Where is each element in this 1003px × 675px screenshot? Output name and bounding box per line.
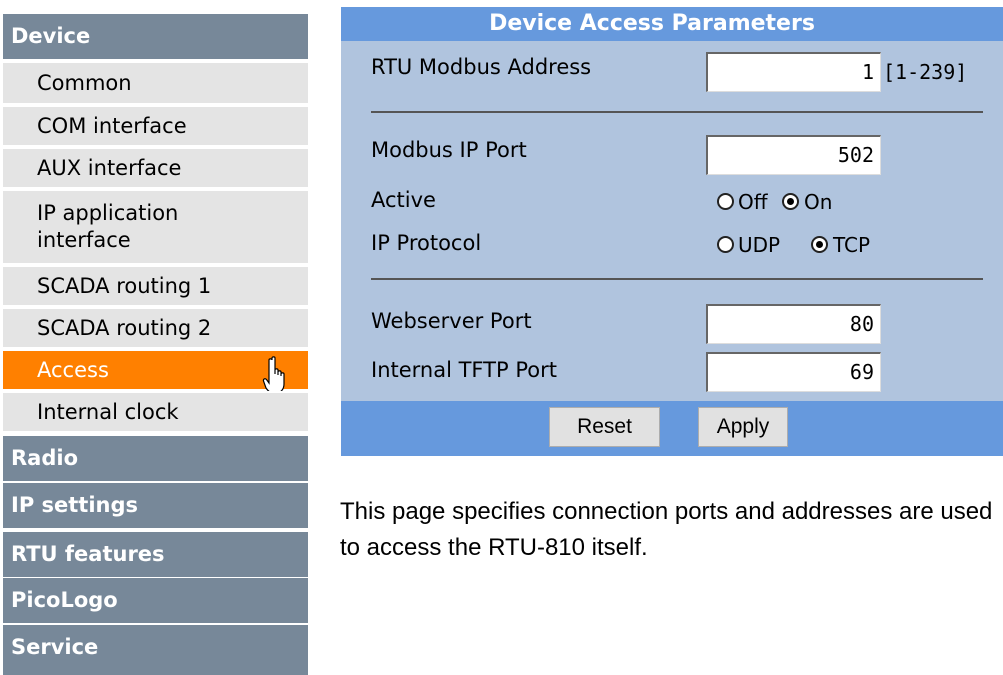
ip-protocol-label: IP Protocol (371, 231, 482, 255)
sidebar-section-picologo[interactable]: PicoLogo (3, 578, 308, 623)
rtu-address-range: [1-239] (883, 60, 968, 84)
tftp-port-label: Internal TFTP Port (371, 358, 557, 382)
reset-button[interactable]: Reset (549, 407, 660, 447)
section-label: Radio (11, 446, 78, 470)
sidebar-menu: Device Common COM interface AUX interfac… (3, 6, 308, 675)
active-label: Active (371, 188, 436, 212)
item-label: COM interface (37, 113, 187, 138)
sidebar-item-scada-routing-2[interactable]: SCADA routing 2 (3, 307, 308, 347)
sidebar-item-scada-routing-1[interactable]: SCADA routing 1 (3, 265, 308, 305)
protocol-tcp-label: TCP (833, 233, 871, 257)
protocol-udp-label: UDP (738, 233, 781, 257)
active-off-radio[interactable] (717, 193, 734, 210)
panel-title: Device Access Parameters (341, 7, 1003, 41)
rtu-address-label: RTU Modbus Address (371, 55, 592, 79)
modbus-port-input[interactable]: 502 (706, 135, 881, 175)
sidebar-section-ip-settings[interactable]: IP settings (3, 483, 308, 528)
section-label: IP settings (11, 493, 139, 517)
divider (371, 111, 983, 113)
hand-pointer-cursor-icon (262, 356, 285, 394)
apply-button[interactable]: Apply (698, 407, 788, 447)
page-description: This page specifies connection ports and… (340, 498, 993, 561)
active-off-label: Off (738, 190, 768, 214)
active-on-label: On (804, 190, 833, 214)
webserver-port-label: Webserver Port (371, 309, 532, 333)
item-label: Internal clock (37, 399, 179, 424)
protocol-udp-radio[interactable] (717, 236, 734, 253)
tftp-port-input[interactable]: 69 (706, 352, 881, 392)
sidebar-item-aux-interface[interactable]: AUX interface (3, 147, 308, 187)
section-label: Device (11, 24, 91, 48)
sidebar-section-rtu-features[interactable]: RTU features (3, 532, 308, 577)
divider (371, 278, 983, 280)
button-bar (341, 401, 1003, 456)
sidebar-item-ip-application-interface[interactable]: IP application interface (3, 189, 308, 263)
sidebar-section-radio[interactable]: Radio (3, 436, 308, 481)
item-label: Access (37, 357, 109, 382)
sidebar-item-common[interactable]: Common (3, 61, 308, 103)
device-access-panel: Device Access Parameters RTU Modbus Addr… (341, 7, 1003, 456)
protocol-tcp-radio[interactable] (811, 236, 828, 253)
item-label: SCADA routing 2 (37, 315, 212, 340)
rtu-address-input[interactable]: 1 (706, 52, 881, 92)
section-label: PicoLogo (11, 588, 118, 612)
modbus-port-label: Modbus IP Port (371, 138, 527, 162)
sidebar-item-com-interface[interactable]: COM interface (3, 105, 308, 145)
webserver-port-input[interactable]: 80 (706, 304, 881, 344)
item-label: AUX interface (37, 155, 182, 180)
item-label: IP application interface (37, 201, 179, 252)
sidebar-section-device[interactable]: Device (3, 14, 308, 59)
section-label: Service (11, 635, 99, 659)
section-label: RTU features (11, 542, 165, 566)
item-label: Common (37, 70, 132, 95)
item-label: SCADA routing 1 (37, 273, 212, 298)
sidebar-item-access[interactable]: Access (3, 349, 308, 394)
active-on-radio[interactable] (782, 193, 799, 210)
sidebar-item-internal-clock[interactable]: Internal clock (3, 391, 308, 431)
sidebar-section-service[interactable]: Service (3, 625, 308, 675)
